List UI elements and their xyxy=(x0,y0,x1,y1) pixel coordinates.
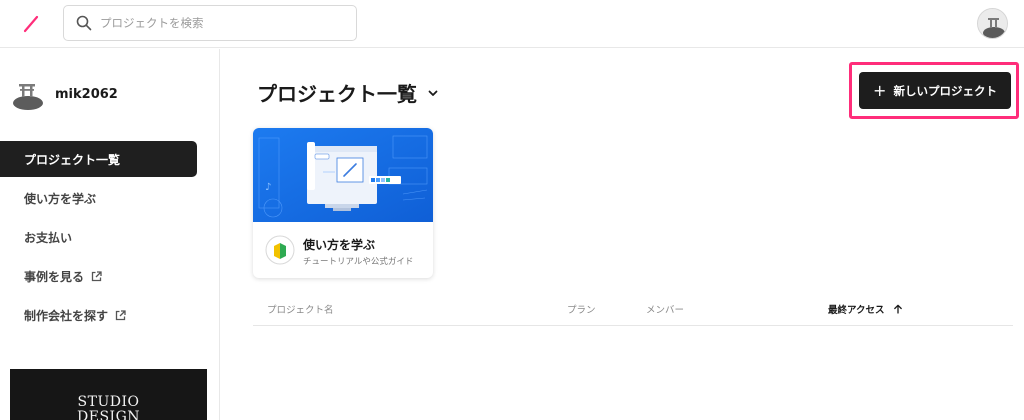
sidebar-item-label: 制作会社を探す xyxy=(24,308,109,323)
sidebar-item-find-agency[interactable]: 制作会社を探す xyxy=(0,297,197,333)
banner-line: DESIGN xyxy=(77,409,140,420)
column-header-last-access[interactable]: 最終アクセス xyxy=(828,302,903,316)
sidebar: mik2062 プロジェクト一覧 使い方を学ぶ お支払い 事例を見る 制作会社を… xyxy=(0,49,220,420)
beginner-mark-icon xyxy=(265,235,295,265)
external-link-icon xyxy=(91,270,102,281)
search-icon xyxy=(76,15,92,31)
page-title[interactable]: プロジェクト一覧 xyxy=(257,78,439,107)
avatar-image xyxy=(978,9,1007,38)
sidebar-item-label: 使い方を学ぶ xyxy=(24,191,97,206)
arrow-up-icon xyxy=(893,304,902,314)
sidebar-item-label: 事例を見る xyxy=(24,269,85,284)
svg-text:♪: ♪ xyxy=(265,182,271,193)
new-project-label: 新しいプロジェクト xyxy=(893,83,997,98)
username: mik2062 xyxy=(55,86,118,102)
sidebar-item-label: お支払い xyxy=(24,230,73,245)
card-subtitle: チュートリアルや公式ガイド xyxy=(303,257,414,267)
column-header-plan[interactable]: プラン xyxy=(567,302,596,316)
sidebar-item-showcase[interactable]: 事例を見る xyxy=(0,258,197,294)
sidebar-item-learn[interactable]: 使い方を学ぶ xyxy=(0,180,197,216)
external-link-icon xyxy=(115,309,126,320)
sidebar-item-projects[interactable]: プロジェクト一覧 xyxy=(0,141,197,177)
chevron-down-icon xyxy=(428,90,438,96)
top-bar xyxy=(0,0,1024,48)
column-header-members[interactable]: メンバー xyxy=(646,302,684,316)
new-project-button[interactable]: + 新しいプロジェクト xyxy=(859,72,1011,109)
studio-design-banner[interactable]: STUDIO DESIGN xyxy=(10,369,207,420)
page-title-text: プロジェクト一覧 xyxy=(257,82,417,106)
sidebar-item-billing[interactable]: お支払い xyxy=(0,219,197,255)
user-profile[interactable]: mik2062 xyxy=(10,76,118,112)
sidebar-item-label: プロジェクト一覧 xyxy=(24,152,121,167)
plus-icon: + xyxy=(873,80,887,100)
column-header-project-name[interactable]: プロジェクト名 xyxy=(267,302,334,316)
account-avatar[interactable] xyxy=(977,8,1008,39)
user-avatar xyxy=(13,84,43,110)
studio-logo-icon[interactable] xyxy=(18,11,44,37)
learn-card[interactable]: ♪ 使い方を学ぶ チュートリアルや公式ガイド xyxy=(253,128,433,278)
card-thumbnail: ♪ xyxy=(253,128,433,222)
column-header-label: 最終アクセス xyxy=(828,305,885,316)
search-input[interactable] xyxy=(100,16,340,30)
banner-line: STUDIO xyxy=(77,394,140,410)
project-table-header: プロジェクト名 プラン メンバー 最終アクセス xyxy=(253,292,1013,326)
search-box[interactable] xyxy=(63,5,357,41)
card-title: 使い方を学ぶ xyxy=(303,238,376,252)
